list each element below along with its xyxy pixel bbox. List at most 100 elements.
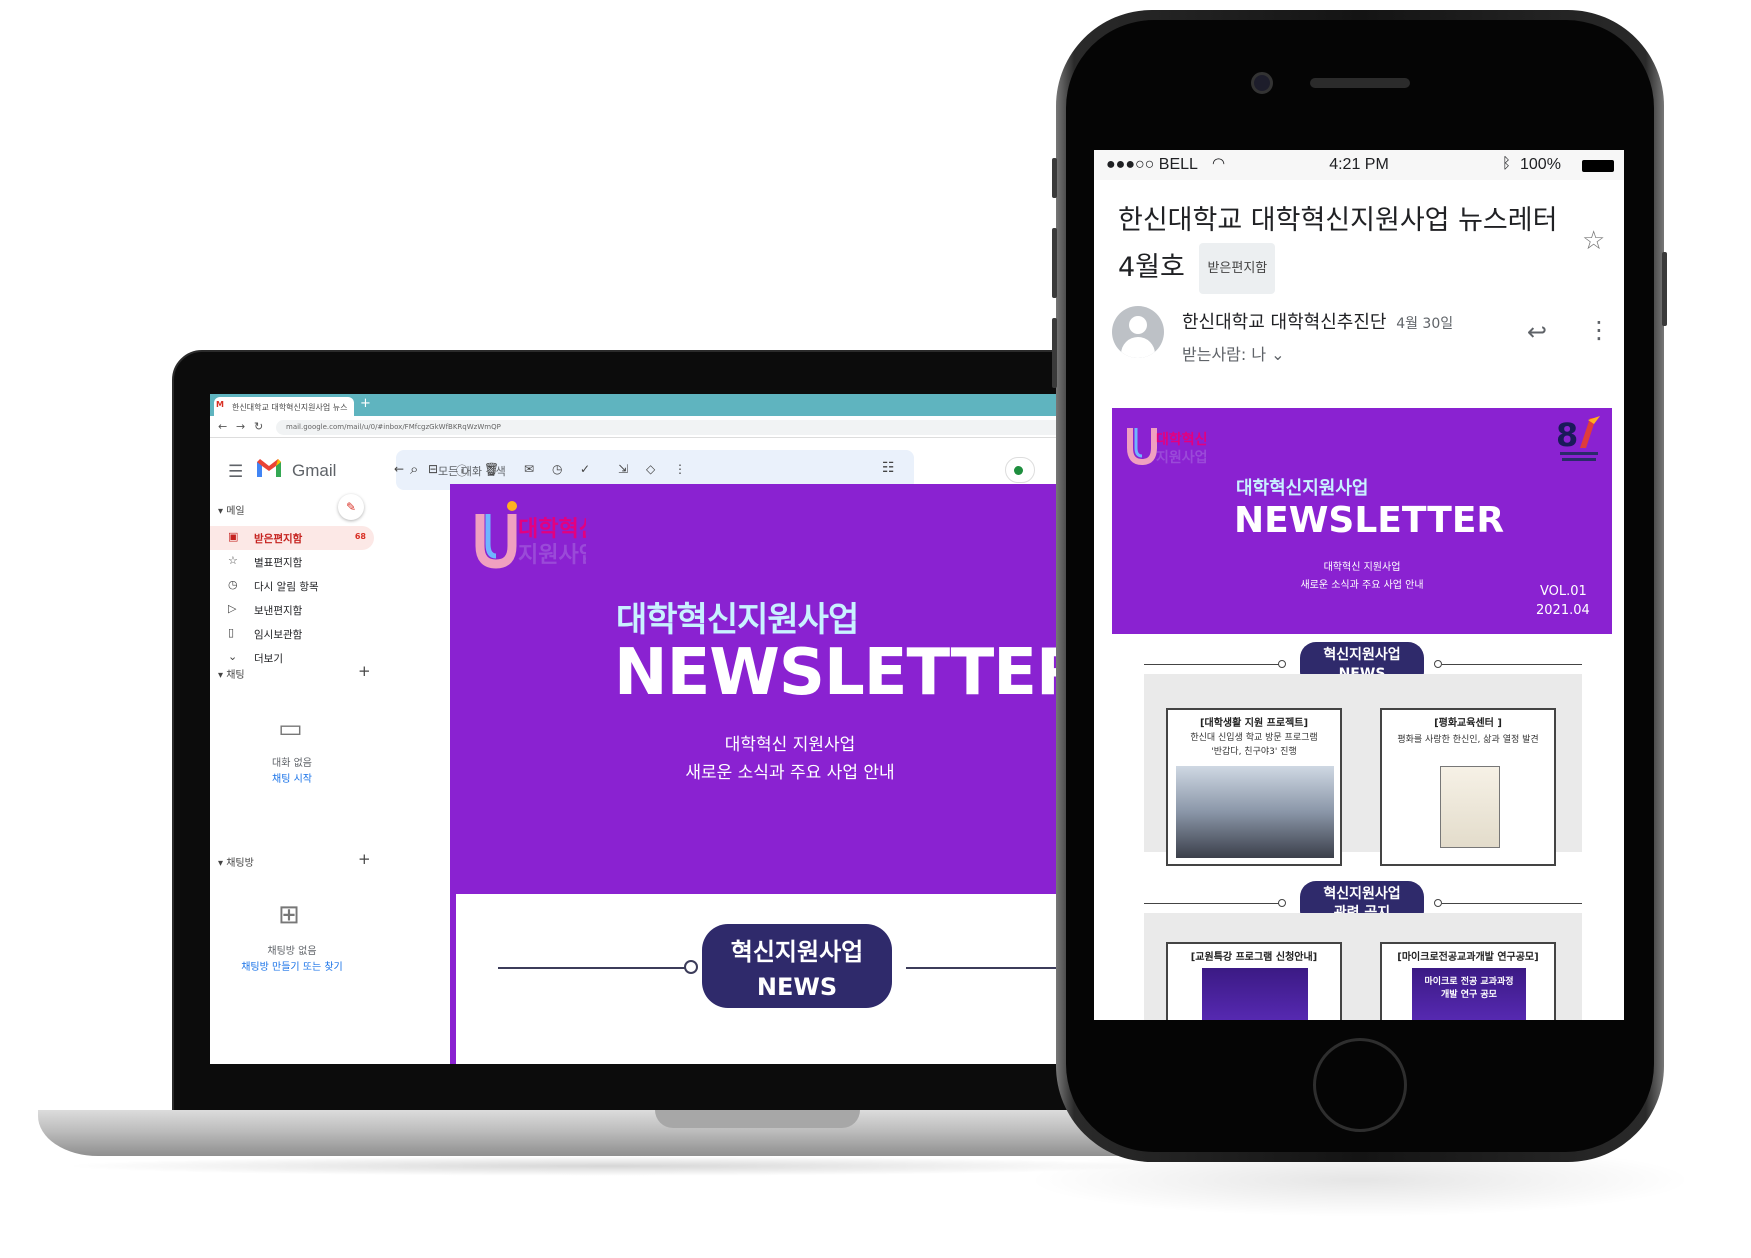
- new-tab-button[interactable]: +: [360, 396, 371, 411]
- poster-thumbnail: [1202, 968, 1308, 1020]
- newsletter-description-1: 대학혁신 지원사업: [724, 735, 856, 755]
- spaces-section-toggle[interactable]: ▾ 채팅방: [218, 854, 254, 869]
- chat-section-toggle[interactable]: ▾ 채팅: [218, 666, 245, 681]
- draft-icon: ▯: [228, 626, 235, 639]
- browser-tab[interactable]: 한신대학교 대학혁신지원사업 뉴스: [214, 397, 354, 416]
- bluetooth-icon: ᛒ: [1502, 155, 1512, 172]
- delete-icon[interactable]: 🗑: [484, 462, 499, 476]
- divider-line: [1144, 903, 1284, 904]
- divider-line: [1442, 664, 1582, 665]
- unread-count: 68: [354, 532, 366, 541]
- avatar: [1112, 306, 1164, 358]
- divider-node: [1434, 899, 1442, 907]
- newsletter-title: NEWSLETTER: [1234, 500, 1505, 541]
- move-to-icon[interactable]: ⇲: [618, 462, 628, 476]
- mute-switch: [1052, 158, 1057, 198]
- sidebar-item-label: 더보기: [254, 653, 283, 665]
- earpiece-speaker: [1310, 78, 1410, 88]
- find-space-link[interactable]: 채팅방 만들기 또는 찾기: [210, 958, 374, 973]
- chevron-down-icon: ⌄: [1271, 345, 1285, 364]
- laptop-notch: [655, 1110, 860, 1128]
- card-text: 평화를 사랑한 한신인, 삶과 열정 발견: [1397, 735, 1539, 745]
- chat-empty-text: 대화 없음: [272, 758, 312, 769]
- recipient-toggle[interactable]: 받는사람: 나 ⌄: [1182, 341, 1285, 365]
- sidebar-item-sent[interactable]: ▷ 보낸편지함: [210, 598, 374, 622]
- main-menu-icon[interactable]: ☰: [228, 462, 243, 482]
- chat-bubble-icon: ▭: [278, 714, 303, 744]
- divider-node: [1278, 899, 1286, 907]
- sidebar-item-inbox[interactable]: ▣ 받은편지함 68: [210, 526, 374, 550]
- newsletter-title: NEWSLETTER: [614, 636, 1085, 710]
- label-icon[interactable]: ◇: [646, 462, 655, 476]
- divider-node: [1278, 660, 1286, 668]
- back-icon[interactable]: ←: [218, 420, 227, 433]
- more-options-icon[interactable]: ⋮: [674, 462, 686, 476]
- snooze-icon[interactable]: ◷: [552, 462, 562, 476]
- volume-number: VOL.01: [1540, 584, 1587, 599]
- sidebar-item-snoozed[interactable]: ◷ 다시 알림 항목: [210, 574, 374, 598]
- newsletter-subtitle: 대학혁신지원사업: [1236, 478, 1369, 499]
- inbox-label-chip[interactable]: 받은편지함: [1199, 243, 1276, 294]
- sender-line: 한신대학교 대학혁신추진단 4월 30일: [1182, 308, 1453, 334]
- browser-tab-strip: [210, 394, 1172, 416]
- mail-section-toggle[interactable]: ▾ 메일: [218, 502, 245, 517]
- news-card[interactable]: [대학생활 지원 프로젝트] 한신대 신입생 학교 방문 프로그램 '반갑다, …: [1166, 708, 1342, 866]
- send-icon: ▷: [228, 602, 237, 615]
- address-bar[interactable]: mail.google.com/mail/u/0/#inbox/FMfcgzGk…: [276, 420, 1166, 435]
- divider-line: [1144, 664, 1284, 665]
- start-chat-link[interactable]: 채팅 시작: [210, 770, 374, 785]
- archive-icon[interactable]: ⊟: [428, 462, 438, 476]
- svg-text:지원사업: 지원사업: [518, 543, 586, 568]
- report-spam-icon[interactable]: ⓘ: [456, 462, 468, 479]
- card-title: [대학생활 지원 프로젝트]: [1199, 718, 1309, 729]
- new-space-plus-icon[interactable]: +: [358, 850, 371, 868]
- card-title: [교원특강 프로그램 신청안내]: [1190, 952, 1318, 963]
- newsletter-description-1: 대학혁신 지원사업: [1323, 562, 1401, 573]
- search-icon[interactable]: ⌕: [410, 460, 418, 478]
- laptop-screen: 한신대학교 대학혁신지원사업 뉴스 M + ← → ↻ mail.google.…: [210, 394, 1172, 1064]
- svg-text:8: 8: [1556, 416, 1578, 454]
- inbox-icon: ▣: [228, 530, 239, 543]
- compose-pencil-icon[interactable]: ✎: [338, 494, 364, 520]
- svg-text:지원사업: 지원사업: [1156, 450, 1206, 466]
- phone-newsletter: 대학혁신 지원사업 8 대학혁신지원사업 NEWSLETTER 대학혁신 지원사…: [1112, 408, 1612, 1020]
- university-innovation-logo: 대학혁신 지원사업: [1127, 428, 1206, 466]
- mark-unread-icon[interactable]: ✉: [524, 462, 534, 476]
- spaces-empty-text: 채팅방 없음: [267, 946, 317, 957]
- sidebar-item-label: 다시 알림 항목: [254, 581, 319, 593]
- home-button[interactable]: [1313, 1038, 1407, 1132]
- star-icon[interactable]: ☆: [1582, 226, 1605, 256]
- 81st-anniversary-emblem: 8: [1556, 416, 1600, 461]
- sidebar-item-starred[interactable]: ☆ 별표편지함: [210, 550, 374, 574]
- volume-up-button: [1052, 228, 1057, 298]
- star-icon: ☆: [228, 554, 238, 567]
- email-subject: 한신대학교 대학혁신지원사업 뉴스레터 4월호 받은편지함: [1118, 198, 1568, 294]
- add-task-icon[interactable]: ✓: [580, 462, 590, 476]
- notice-card[interactable]: [교원특강 프로그램 신청안내]: [1166, 942, 1342, 1020]
- active-status-dot: [1014, 466, 1023, 475]
- status-bar: ●●●○○ BELL ◠ 4:21 PM ᛒ 100%: [1094, 150, 1624, 180]
- phone-screen: ●●●○○ BELL ◠ 4:21 PM ᛒ 100% 한신대학교 대학혁신지원…: [1094, 150, 1624, 1020]
- more-options-icon[interactable]: ⋮: [1587, 316, 1611, 344]
- news-card[interactable]: [평화교육센터 ] 평화를 사랑한 한신인, 삶과 열정 발견: [1380, 708, 1556, 866]
- reload-icon[interactable]: ↻: [254, 420, 263, 433]
- gmail-logo-icon: [257, 459, 281, 477]
- issue-date: 2021.04: [1536, 603, 1590, 618]
- newsletter-subtitle: 대학혁신지원사업: [616, 600, 859, 640]
- spaces-grid-icon: ⊞: [278, 900, 300, 930]
- notice-card[interactable]: [마이크로전공교과개발 연구공모] 마이크로 전공 교과과정 개발 연구 공모: [1380, 942, 1556, 1020]
- search-options-icon[interactable]: ☷: [882, 460, 895, 476]
- back-to-inbox-icon[interactable]: ←: [394, 462, 404, 476]
- card-title: [평화교육센터 ]: [1434, 718, 1502, 729]
- new-chat-plus-icon[interactable]: +: [358, 662, 371, 680]
- front-camera: [1251, 72, 1273, 94]
- card-text: 한신대 신입생 학교 방문 프로그램: [1190, 733, 1318, 743]
- status-indicator[interactable]: [1005, 457, 1035, 483]
- divider-line: [498, 967, 688, 969]
- sidebar-item-drafts[interactable]: ▯ 임시보관함: [210, 622, 374, 646]
- recipient-text: 받는사람: 나: [1182, 345, 1267, 364]
- battery-percent: 100%: [1520, 156, 1561, 173]
- forward-icon[interactable]: →: [236, 420, 245, 433]
- divider-node: [1434, 660, 1442, 668]
- reply-icon[interactable]: ↩: [1527, 318, 1547, 346]
